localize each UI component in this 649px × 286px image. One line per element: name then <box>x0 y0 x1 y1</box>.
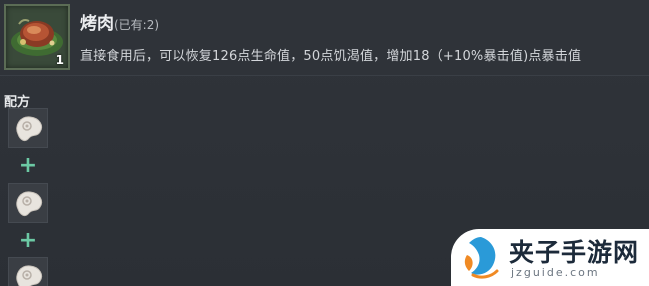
recipe-ingredient-3[interactable] <box>8 257 48 286</box>
raw-meat-icon <box>16 191 43 217</box>
site-logo-icon <box>464 237 499 279</box>
raw-meat-icon <box>16 116 43 142</box>
raw-meat-icon <box>16 265 43 286</box>
item-slot[interactable]: 1 <box>4 4 70 70</box>
recipe-plus-1: + <box>18 153 38 178</box>
watermark-url[interactable]: jzguide.com <box>511 266 600 279</box>
item-header: 1 烤肉(已有:2) 直接食用后，可以恢复126点生命值，50点饥渴值，增加18… <box>0 0 649 76</box>
item-count: 1 <box>55 53 64 67</box>
recipe-ingredient-2[interactable] <box>8 183 48 223</box>
recipe-plus-2: + <box>18 228 38 253</box>
item-name: 烤肉(已有:2) <box>80 9 159 34</box>
watermark-title: 夹子手游网 <box>509 238 640 267</box>
site-watermark: 夹子手游网 jzguide.com <box>451 229 649 286</box>
item-owned-count: (已有:2) <box>114 18 160 32</box>
recipe-ingredient-1[interactable] <box>8 108 48 148</box>
item-description: 直接食用后，可以恢复126点生命值，50点饥渴值，增加18（+10%暴击值)点暴… <box>80 49 582 64</box>
item-name-text: 烤肉 <box>80 14 114 34</box>
